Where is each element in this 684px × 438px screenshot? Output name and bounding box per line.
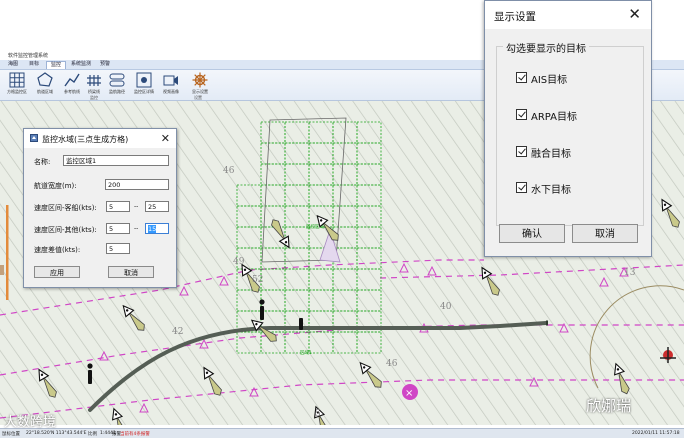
fusion-checkbox[interactable] (516, 146, 527, 157)
width-label: 航道宽度(m): (34, 182, 77, 190)
menu-monitor[interactable]: 监控 (46, 61, 67, 69)
svg-text:40: 40 (440, 302, 452, 312)
dialog-body: 名称: 监控区域1 航道宽度(m): 200 速度区间-客船(kts): 5 -… (24, 148, 176, 287)
speed-cargo-max-input[interactable]: 25 (145, 201, 169, 212)
svg-text:5: 5 (315, 409, 321, 419)
watermark-left: 大数跨境 (4, 415, 57, 430)
dialog-body: 勾选要显示的目标 AIS目标 ARPA目标 融合目标 水下目标 确认 取消 (485, 29, 651, 256)
underwater-label: 水下目标 (531, 185, 571, 196)
group-box-label: 勾选要显示的目标 (503, 40, 589, 55)
speed-cargo-label: 速度区间-客船(kts): (34, 204, 97, 212)
cursor-position-label: 鼠标位置 (2, 432, 20, 437)
confirm-button[interactable]: 确认 (499, 224, 565, 243)
selected-text: 15 (148, 225, 157, 233)
dialog-title: 监控水域(三点生成方格) (42, 135, 129, 144)
speed-other-min-input[interactable]: 5 (106, 223, 130, 234)
tool-grid-area[interactable]: 方格监控区 (3, 72, 31, 96)
speed-other-max-input[interactable]: 15 (145, 223, 169, 234)
polygon-icon (37, 72, 53, 87)
range-separator: -- (134, 225, 139, 232)
video-icon (163, 75, 178, 86)
menu-chart[interactable]: 海图 (4, 61, 22, 68)
group-label-monitor: 监控 (90, 95, 98, 100)
dialog-header[interactable]: 显示设置 ✕ (485, 1, 651, 29)
speed-diff-input[interactable]: 5 (106, 243, 130, 254)
ais-label: AIS目标 (531, 75, 568, 86)
svg-text:46: 46 (386, 359, 398, 369)
dialog-app-icon (30, 134, 38, 142)
close-icon[interactable]: ✕ (628, 5, 641, 23)
dialog-header[interactable]: 监控水域(三点生成方格) ✕ (24, 129, 176, 148)
tool-monitor-path[interactable]: 监航路径 (103, 72, 131, 96)
menu-target[interactable]: 目标 (25, 61, 43, 68)
area-detail-icon (136, 72, 152, 88)
arpa-label: ARPA目标 (531, 112, 578, 123)
path-icon (109, 73, 125, 87)
grid-icon (9, 72, 25, 88)
alarm-status[interactable]: 当前有4条报警 (120, 431, 150, 437)
range-separator: -- (134, 203, 139, 210)
tool-area-detail[interactable]: 监控区详情 (130, 72, 158, 96)
tool-video[interactable]: 视频画像 (157, 72, 185, 96)
speed-diff-label: 速度差值(kts): (34, 246, 81, 254)
menu-alarm[interactable]: 预警 (96, 61, 114, 68)
fusion-label: 融合目标 (531, 149, 571, 160)
stripe-marker (0, 265, 4, 275)
close-icon[interactable]: ✕ (161, 132, 170, 145)
bottom-tag: 区域1 (300, 349, 312, 356)
cursor-coords: 22°18.520'N 113°43.544'E (26, 431, 87, 436)
bridge-icon (87, 75, 101, 86)
underwater-checkbox[interactable] (516, 182, 527, 193)
menu-system[interactable]: 系统监测 (67, 61, 95, 68)
name-label: 名称: (34, 158, 51, 166)
helm-icon (192, 72, 208, 88)
width-input[interactable]: 200 (105, 179, 169, 190)
watermark-right: 欣娜瑞 (586, 397, 632, 415)
datetime: 2022/01/11 11:57:18 (632, 431, 680, 436)
cancel-button[interactable]: 取消 (108, 266, 154, 278)
speed-other-label: 速度区间-其他(kts): (34, 226, 97, 234)
dialog-title: 显示设置 (494, 11, 536, 23)
svg-text:46: 46 (223, 166, 235, 176)
tool-display-settings[interactable]: 显示设置 (186, 72, 214, 96)
svg-text:42: 42 (172, 327, 183, 337)
name-input[interactable]: 监控区域1 (63, 155, 169, 166)
svg-text:49: 49 (233, 257, 245, 267)
route-line-icon (64, 73, 80, 87)
scale-label: 比例 (88, 432, 97, 437)
monitor-area-dialog: 监控水域(三点生成方格) ✕ 名称: 监控区域1 航道宽度(m): 200 速度… (23, 128, 177, 288)
cancel-button[interactable]: 取消 (572, 224, 638, 243)
svg-text:13: 13 (624, 268, 636, 278)
group-label-settings: 设置 (194, 95, 202, 100)
speed-cargo-min-input[interactable]: 5 (106, 201, 130, 212)
app-title: 软件监控管理系统 (8, 53, 49, 59)
arpa-checkbox[interactable] (516, 109, 527, 120)
ais-checkbox[interactable] (516, 72, 527, 83)
svg-text:52: 52 (252, 275, 263, 285)
orange-marker-bar (6, 205, 9, 300)
display-settings-dialog: 显示设置 ✕ 勾选要显示的目标 AIS目标 ARPA目标 融合目标 水下目标 确… (484, 0, 652, 257)
danger-mark-cross: × (405, 388, 413, 399)
apply-button[interactable]: 应用 (34, 266, 80, 278)
tool-channel-area[interactable]: 航道区域 (31, 72, 59, 96)
